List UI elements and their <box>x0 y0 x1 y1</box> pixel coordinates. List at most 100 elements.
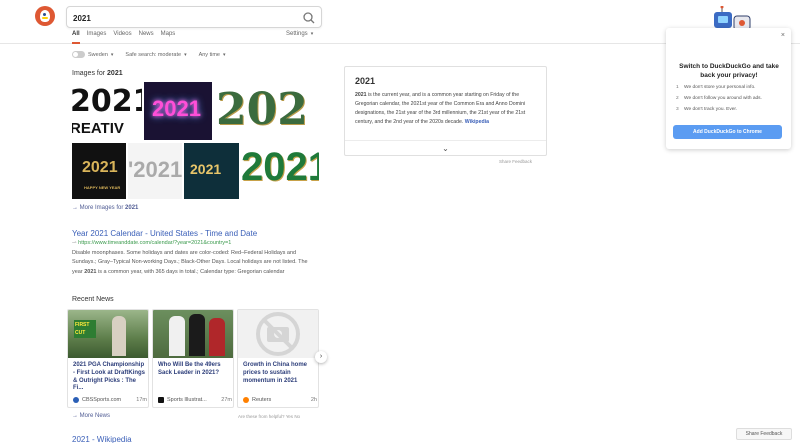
more-images-prefix: More Images for <box>79 205 124 211</box>
image-result[interactable]: 202 <box>214 82 318 140</box>
news-source: CBSSports.com 17m <box>73 397 147 403</box>
image-result[interactable]: '2021 <box>128 143 182 199</box>
promo-item: 3 We don't track you. Ever. <box>676 107 786 112</box>
news-feedback-yes[interactable]: Yes <box>286 414 293 419</box>
settings-dropdown[interactable]: Settings ▾ <box>286 31 313 37</box>
knowledge-panel-title: 2021 <box>355 76 376 86</box>
time-label: Any time <box>198 51 220 58</box>
news-image <box>153 310 233 358</box>
no-image-icon <box>256 312 300 356</box>
region-filter[interactable]: Sweden ▾ <box>72 51 113 58</box>
image-result[interactable]: 2021 <box>241 143 319 199</box>
more-news-label: More News <box>79 413 111 419</box>
image-result-text: 2021 <box>190 161 222 177</box>
duck-bill <box>42 17 48 19</box>
result-url[interactable]: ⊸ https://www.timeanddate.com/calendar/?… <box>72 240 231 246</box>
promo-item-text: We don't follow you around with ads. <box>684 96 762 101</box>
share-feedback-button[interactable]: Share Feedback <box>736 428 792 440</box>
news-source: Reuters 2h <box>243 397 317 403</box>
chevron-down-icon: ▾ <box>222 51 226 58</box>
news-feedback: Are these from helpful? Yes No <box>238 414 300 419</box>
region-toggle[interactable] <box>72 51 85 58</box>
news-card[interactable]: FIRST CUT 2021 PGA Championship - First … <box>67 309 149 408</box>
chrome-extension-promo: × Switch to DuckDuckGo and take back you… <box>666 28 791 149</box>
result-url-text: https://www.timeanddate.com/calendar/?ye… <box>78 240 232 246</box>
image-result[interactable]: 2021 <box>184 143 239 199</box>
search-input[interactable] <box>73 11 293 25</box>
promo-title: Switch to DuckDuckGo and take back your … <box>679 63 779 79</box>
news-title: 2021 PGA Championship - First Look at Dr… <box>73 362 146 392</box>
news-image-caption: FIRST CUT <box>74 320 96 338</box>
search-filters: Sweden ▾ Safe search: moderate ▾ Any time ▾ <box>72 51 226 58</box>
search-box[interactable] <box>66 6 322 28</box>
news-age: 27m <box>221 397 232 403</box>
region-label: Sweden <box>88 51 108 58</box>
images-heading[interactable]: Images for 2021 <box>72 70 123 77</box>
image-result-caption: HAPPY NEW YEAR <box>84 185 121 190</box>
arrow-right-icon: → <box>72 205 80 211</box>
result-snippet: Disable moonphases. Some holidays and da… <box>72 249 317 277</box>
news-image: FIRST CUT <box>68 310 148 358</box>
duck-icon <box>40 10 50 22</box>
recent-news-heading: Recent News <box>72 296 114 303</box>
image-result-text: 2021 <box>82 159 118 176</box>
tab-videos[interactable]: Videos <box>113 31 131 44</box>
image-result-text: REATIV <box>72 120 124 137</box>
knowledge-panel-text-body: is the current year, and is a common yea… <box>355 92 526 125</box>
promo-item-number: 3 <box>676 107 679 112</box>
search-icon[interactable] <box>301 10 317 26</box>
news-card[interactable]: Who Will Be the 49ers Sack Leader in 202… <box>152 309 234 408</box>
image-result[interactable]: 2021 <box>144 82 212 140</box>
image-result[interactable]: 2021 REATIV <box>72 82 142 140</box>
arrow-right-icon: → <box>72 413 80 419</box>
player-figure <box>169 316 185 356</box>
news-age: 17m <box>136 397 147 403</box>
time-filter[interactable]: Any time ▾ <box>199 52 226 58</box>
knowledge-panel-expand[interactable]: ⌄ <box>345 140 546 156</box>
duck-eye <box>43 13 46 16</box>
more-news-link[interactable]: → More News <box>72 413 110 419</box>
promo-list: 1 We don't store your personal info. 2 We … <box>676 85 786 118</box>
knowledge-panel-text: 2021 is the current year, and is a commo… <box>355 91 539 127</box>
tab-all[interactable]: All <box>72 31 80 44</box>
news-age: 2h <box>310 397 317 403</box>
knowledge-panel-text-bold: 2021 <box>355 92 367 98</box>
image-result[interactable]: 2021 HAPPY NEW YEAR <box>72 143 126 199</box>
news-source-name: Reuters <box>252 397 272 403</box>
cbssports-icon <box>73 397 79 403</box>
promo-item: 2 We don't follow you around with ads. <box>676 96 786 101</box>
add-to-chrome-button[interactable]: Add DuckDuckGo to Chrome <box>673 125 782 139</box>
sports-illustrated-icon <box>158 397 164 403</box>
share-feedback-link[interactable]: Share Feedback <box>499 159 532 164</box>
promo-item-text: We don't store your personal info. <box>684 85 756 90</box>
news-source-name: CBSSports.com <box>82 397 122 403</box>
wikipedia-link[interactable]: Wikipedia <box>465 119 489 125</box>
duckduckgo-logo[interactable] <box>35 6 55 26</box>
news-next-button[interactable]: › <box>315 351 327 363</box>
result-snippet-b: is a common year, with 365 days in total… <box>96 268 285 275</box>
image-result-text: 202 <box>216 84 308 135</box>
safe-search-filter[interactable]: Safe search: moderate ▾ <box>125 52 186 58</box>
tab-images[interactable]: Images <box>87 31 107 44</box>
promo-item: 1 We don't store your personal info. <box>676 85 786 90</box>
news-card[interactable]: Growth in China home prices to sustain m… <box>237 309 319 408</box>
image-result-text: 2021 <box>72 84 142 119</box>
promo-item-text: We don't track you. Ever. <box>684 107 738 112</box>
image-result-text: 2021 <box>152 96 201 121</box>
promo-item-number: 1 <box>676 85 679 90</box>
next-result-title-link[interactable]: 2021 - Wikipedia <box>72 435 132 443</box>
tab-news[interactable]: News <box>139 31 154 44</box>
player-figure <box>189 314 205 356</box>
news-image-placeholder <box>238 310 318 358</box>
reuters-icon <box>243 397 249 403</box>
more-images-link[interactable]: → More Images for 2021 <box>72 205 138 211</box>
news-feedback-no[interactable]: No <box>294 414 300 419</box>
result-title-link[interactable]: Year 2021 Calendar - United States - Tim… <box>72 229 257 238</box>
knowledge-panel: 2021 2021 is the current year, and is a … <box>344 66 547 156</box>
chevron-down-icon: ▾ <box>310 31 314 37</box>
result-snippet-bold: 2021 <box>84 268 97 275</box>
images-heading-query: 2021 <box>107 70 123 77</box>
close-icon[interactable]: × <box>781 32 785 39</box>
promo-item-number: 2 <box>676 96 679 101</box>
tab-maps[interactable]: Maps <box>161 31 176 44</box>
